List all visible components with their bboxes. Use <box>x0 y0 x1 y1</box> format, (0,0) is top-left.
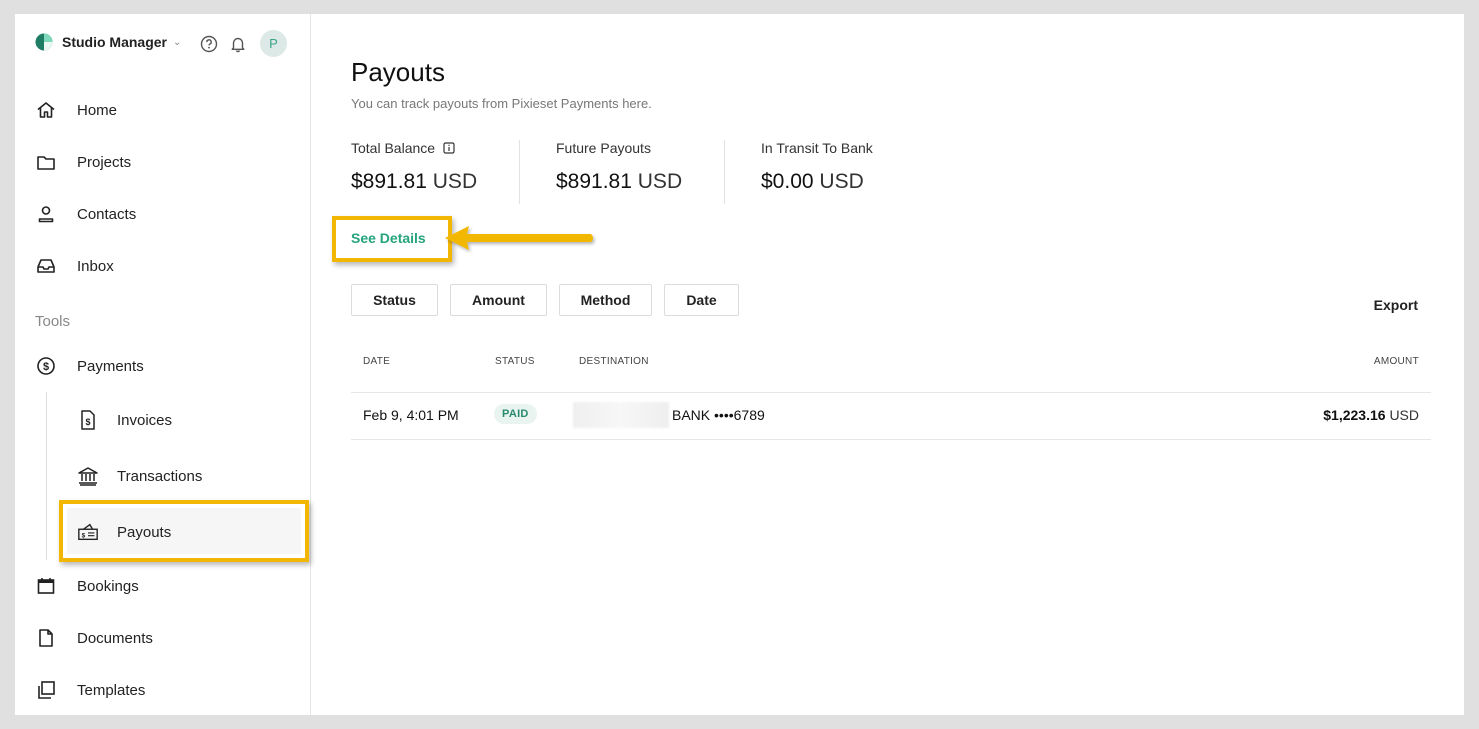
cell-amount: $1,223.16 USD <box>1323 407 1419 423</box>
stat-label: Future Payouts <box>556 140 651 156</box>
stat-amount: $891.81 <box>556 170 632 193</box>
svg-text:$: $ <box>43 361 49 373</box>
sidebar-item-inbox[interactable]: Inbox <box>35 254 114 278</box>
cell-date: Feb 9, 4:01 PM <box>363 407 459 423</box>
sidebar-item-home[interactable]: Home <box>35 98 117 122</box>
submenu-divider <box>46 392 47 560</box>
export-button[interactable]: Export <box>1374 297 1418 313</box>
see-details-link[interactable]: See Details <box>351 230 426 246</box>
stat-currency: USD <box>637 170 683 193</box>
filter-method-button[interactable]: Method <box>559 284 652 316</box>
sidebar-item-label: Payments <box>77 357 144 375</box>
filter-status-button[interactable]: Status <box>351 284 438 316</box>
sidebar-item-label: Contacts <box>77 205 137 223</box>
page-subtitle: You can track payouts from Pixieset Paym… <box>351 96 652 111</box>
document-icon <box>35 627 57 649</box>
brand-logo-icon <box>35 33 53 51</box>
sidebar-item-label: Bookings <box>77 577 139 595</box>
svg-text:$: $ <box>85 417 90 427</box>
amount-value: $1,223.16 <box>1323 407 1386 423</box>
column-header-status: STATUS <box>495 356 535 367</box>
info-icon[interactable] <box>443 142 455 154</box>
studio-switcher[interactable]: Studio Manager ⌄ <box>35 31 181 53</box>
avatar[interactable]: P <box>260 30 287 57</box>
sidebar-item-label: Transactions <box>117 467 203 485</box>
sidebar-item-label: Projects <box>77 153 132 171</box>
stat-amount: $0.00 <box>761 170 814 193</box>
sidebar-item-templates[interactable]: Templates <box>35 678 145 702</box>
sidebar-item-documents[interactable]: Documents <box>35 626 153 650</box>
stat-label: Total Balance <box>351 140 436 156</box>
sidebar-item-bookings[interactable]: Bookings <box>35 574 139 598</box>
stat-amount: $891.81 <box>351 170 427 193</box>
sidebar-item-label: Templates <box>77 681 146 699</box>
sidebar-item-invoices[interactable]: $ Invoices <box>77 408 172 432</box>
calendar-icon <box>35 575 57 597</box>
table-divider <box>351 439 1431 440</box>
app-window: Studio Manager ⌄ P Home Projects Contact… <box>15 14 1464 715</box>
templates-icon <box>35 679 57 701</box>
chevron-down-icon: ⌄ <box>173 36 182 48</box>
folder-icon <box>35 151 57 173</box>
main-content: Payouts You can track payouts from Pixie… <box>332 14 1464 715</box>
stat-currency: USD <box>432 170 478 193</box>
svg-text:$: $ <box>82 533 86 540</box>
redacted-bank-name <box>573 402 669 428</box>
page-title: Payouts <box>351 57 445 87</box>
help-icon[interactable] <box>200 35 218 53</box>
invoice-icon: $ <box>77 409 99 431</box>
sidebar-item-transactions[interactable]: Transactions <box>77 464 202 488</box>
inbox-icon <box>35 255 57 277</box>
status-badge: PAID <box>494 404 537 424</box>
column-header-date: DATE <box>363 356 391 367</box>
sidebar-item-payouts[interactable]: $ Payouts <box>77 520 171 544</box>
stat-total-balance: Total Balance $891.81 USD <box>351 140 477 204</box>
sidebar-item-label: Inbox <box>77 257 114 275</box>
amount-currency: USD <box>1389 407 1419 423</box>
tools-section-label: Tools <box>35 313 71 330</box>
arrow-annotation-icon <box>445 226 593 250</box>
stat-divider <box>519 140 520 204</box>
filter-date-button[interactable]: Date <box>664 284 739 316</box>
stat-divider <box>724 140 725 204</box>
sidebar: Studio Manager ⌄ P Home Projects Contact… <box>15 14 311 715</box>
payout-icon: $ <box>77 521 99 543</box>
stat-future-payouts: Future Payouts $891.81 USD <box>556 140 682 204</box>
dollar-circle-icon: $ <box>35 355 57 377</box>
sidebar-item-label: Payouts <box>117 523 172 541</box>
person-icon <box>35 203 57 225</box>
table-divider <box>351 392 1431 393</box>
sidebar-item-payments[interactable]: $ Payments <box>35 354 144 378</box>
stat-label: In Transit To Bank <box>761 140 873 156</box>
sidebar-item-projects[interactable]: Projects <box>35 150 131 174</box>
filter-amount-button[interactable]: Amount <box>450 284 547 316</box>
brand-name: Studio Manager <box>62 34 168 50</box>
sidebar-item-label: Invoices <box>117 411 173 429</box>
sidebar-item-contacts[interactable]: Contacts <box>35 202 136 226</box>
home-icon <box>35 99 57 121</box>
cell-destination: BANK ••••6789 <box>672 407 765 423</box>
sidebar-item-label: Documents <box>77 629 153 647</box>
stat-currency: USD <box>819 170 864 193</box>
stat-in-transit: In Transit To Bank $0.00 USD <box>761 140 873 204</box>
bank-icon <box>77 465 99 487</box>
sidebar-item-label: Home <box>77 101 118 119</box>
column-header-amount: AMOUNT <box>1373 356 1419 367</box>
column-header-destination: DESTINATION <box>579 356 649 367</box>
bell-icon[interactable] <box>229 35 247 53</box>
